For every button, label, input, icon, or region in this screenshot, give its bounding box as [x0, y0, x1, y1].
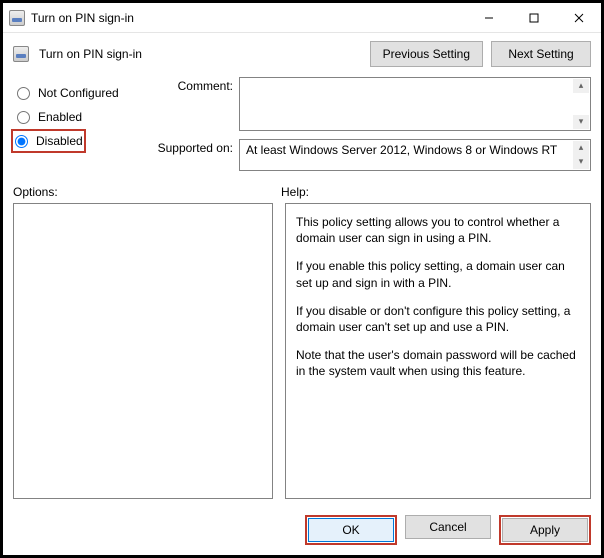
button-bar: OK Cancel Apply — [3, 507, 601, 555]
radio-not-configured-input[interactable] — [17, 87, 30, 100]
radio-enabled[interactable]: Enabled — [13, 105, 141, 129]
minimize-button[interactable] — [466, 3, 511, 32]
config-row: Not Configured Enabled Disabled Comment:… — [3, 77, 601, 171]
scroll-up-icon[interactable]: ▴ — [573, 79, 589, 93]
fields-column: Comment: ▴ ▾ Supported on: At least Wind… — [151, 77, 591, 171]
comment-input[interactable]: ▴ ▾ — [239, 77, 591, 131]
supported-value: At least Windows Server 2012, Windows 8 … — [246, 143, 557, 157]
apply-highlight: Apply — [499, 515, 591, 545]
titlebar: Turn on PIN sign-in — [3, 3, 601, 33]
scroll-down-icon[interactable]: ▾ — [573, 155, 589, 169]
supported-label: Supported on: — [151, 139, 233, 155]
policy-icon — [11, 46, 31, 62]
ok-highlight: OK — [305, 515, 397, 545]
ok-button[interactable]: OK — [308, 518, 394, 542]
policy-title: Turn on PIN sign-in — [39, 47, 362, 61]
radio-disabled-label: Disabled — [36, 134, 83, 148]
radio-enabled-label: Enabled — [38, 110, 82, 124]
comment-row: Comment: ▴ ▾ — [151, 77, 591, 131]
supported-scroll[interactable]: ▴ ▾ — [573, 141, 589, 169]
next-setting-button[interactable]: Next Setting — [491, 41, 591, 67]
radio-enabled-input[interactable] — [17, 111, 30, 124]
state-radio-group: Not Configured Enabled Disabled — [13, 77, 141, 171]
radio-disabled[interactable]: Disabled — [11, 129, 86, 153]
previous-setting-button[interactable]: Previous Setting — [370, 41, 483, 67]
options-pane — [13, 203, 273, 499]
scroll-down-icon[interactable]: ▾ — [573, 115, 589, 129]
panes: This policy setting allows you to contro… — [3, 203, 601, 507]
cancel-button[interactable]: Cancel — [405, 515, 491, 539]
pane-labels: Options: Help: — [3, 171, 601, 203]
maximize-button[interactable] — [511, 3, 556, 32]
radio-not-configured-label: Not Configured — [38, 86, 119, 100]
radio-disabled-input[interactable] — [15, 135, 28, 148]
scroll-up-icon[interactable]: ▴ — [573, 141, 589, 155]
help-paragraph: Note that the user's domain password wil… — [296, 347, 580, 379]
apply-button[interactable]: Apply — [502, 518, 588, 542]
radio-not-configured[interactable]: Not Configured — [13, 81, 141, 105]
help-paragraph: If you enable this policy setting, a dom… — [296, 258, 580, 290]
help-pane: This policy setting allows you to contro… — [285, 203, 591, 499]
supported-row: Supported on: At least Windows Server 20… — [151, 139, 591, 171]
close-button[interactable] — [556, 3, 601, 32]
help-label: Help: — [281, 185, 309, 199]
help-paragraph: If you disable or don't configure this p… — [296, 303, 580, 335]
help-paragraph: This policy setting allows you to contro… — [296, 214, 580, 246]
options-label: Options: — [13, 185, 281, 199]
app-icon — [3, 10, 31, 26]
comment-label: Comment: — [151, 77, 233, 93]
window-title: Turn on PIN sign-in — [31, 11, 466, 25]
header-row: Turn on PIN sign-in Previous Setting Nex… — [3, 33, 601, 77]
comment-scroll[interactable]: ▴ ▾ — [573, 79, 589, 129]
supported-box: At least Windows Server 2012, Windows 8 … — [239, 139, 591, 171]
